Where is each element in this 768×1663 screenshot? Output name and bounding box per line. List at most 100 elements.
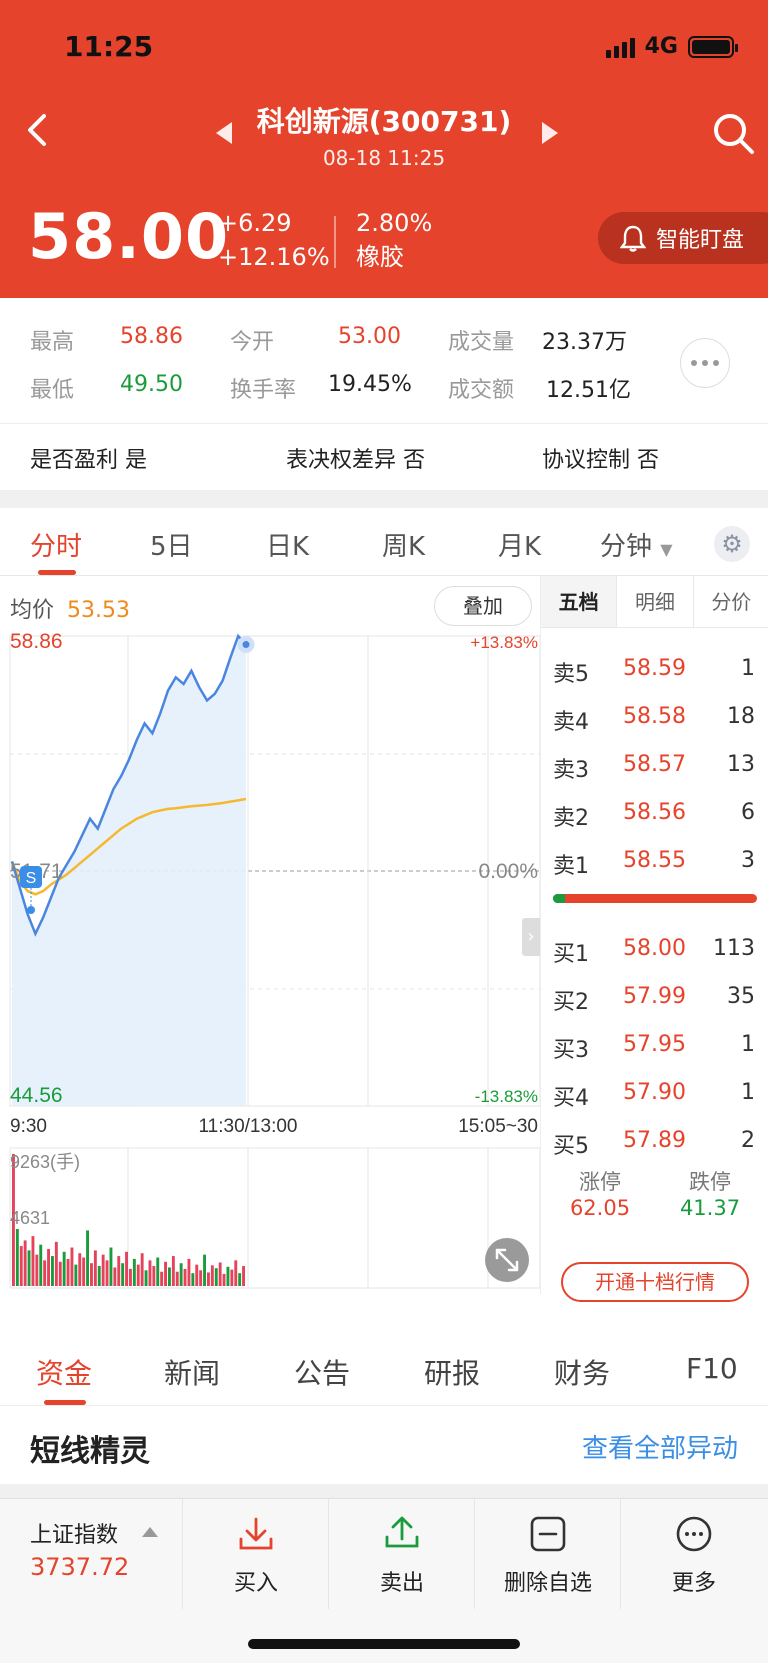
remove-watchlist-button[interactable]: 删除自选 (474, 1499, 620, 1609)
ask-volume: 1 (741, 656, 755, 681)
bid-price: 58.00 (623, 936, 686, 961)
tab-minute[interactable]: 分钟 ▼ (600, 526, 673, 563)
section-gap (0, 490, 768, 508)
tab-price-dist[interactable]: 分价 (694, 576, 768, 627)
volume-bar (203, 1254, 206, 1286)
tab-f10[interactable]: F10 (686, 1352, 738, 1385)
ask-row[interactable]: 卖2 58.56 6 (541, 792, 768, 836)
more-button[interactable]: 更多 (620, 1499, 768, 1609)
price-change: +6.29 +12.16% (218, 206, 330, 274)
smart-watch-button[interactable]: 智能盯盘 (598, 212, 768, 264)
more-label: 更多 (671, 1571, 716, 1596)
ask-row[interactable]: 卖1 58.55 3 (541, 840, 768, 884)
volume-bar (187, 1258, 191, 1286)
overlay-button[interactable]: 叠加 (434, 586, 532, 626)
tab-minute-label: 分钟 (600, 532, 653, 562)
volume-bar (19, 1246, 23, 1286)
volume-bar (74, 1264, 78, 1286)
sell-button[interactable]: 卖出 (328, 1499, 474, 1609)
smart-watch-label: 智能盯盘 (656, 228, 745, 253)
volume-bar (23, 1240, 27, 1286)
limit-up-value: 62.05 (569, 1196, 631, 1220)
volume-bar (222, 1273, 226, 1286)
volume-bar (97, 1266, 101, 1286)
status-time: 11:25 (64, 30, 154, 63)
limit-down-value: 41.37 (679, 1196, 741, 1220)
ask-price: 58.58 (623, 704, 686, 729)
tab-funds[interactable]: 资金 (36, 1352, 92, 1392)
tab-weekly-k[interactable]: 周K (382, 526, 425, 563)
ask-row[interactable]: 卖4 58.58 18 (541, 696, 768, 740)
volume-bar (15, 1228, 19, 1286)
stock-title: 科创新源(300731) (256, 105, 512, 138)
volume-bar (144, 1270, 148, 1286)
ask-price: 58.59 (623, 656, 686, 681)
tab-news[interactable]: 新闻 (164, 1352, 220, 1392)
tab-5day[interactable]: 5日 (150, 526, 193, 563)
bid-price: 57.99 (623, 984, 686, 1009)
current-price: 58.00 (28, 200, 230, 273)
ask-price: 58.56 (623, 800, 686, 825)
caret-up-icon (142, 1527, 158, 1537)
volume-bar (226, 1266, 230, 1286)
index-value: 3737.72 (30, 1553, 130, 1581)
volume-bar (152, 1266, 156, 1286)
volume-grid (9, 1147, 540, 1289)
volume-bar (35, 1254, 39, 1286)
tab-finance[interactable]: 财务 (554, 1352, 610, 1392)
volume-bar (113, 1267, 117, 1286)
volume-bar (27, 1250, 31, 1286)
quote-stats: 最高 58.86 今开 53.00 成交量 23.37万 最低 49.50 换手… (0, 298, 768, 424)
tab-details[interactable]: 明细 (617, 576, 694, 627)
sector-name: 橡胶 (356, 243, 404, 271)
tab-research[interactable]: 研报 (424, 1352, 480, 1392)
ten-level-button[interactable]: 开通十档行情 (561, 1262, 749, 1302)
chart-tabs: 分时 5日 日K 周K 月K 分钟 ▼ ⚙ (0, 508, 768, 576)
tab-five-levels[interactable]: 五档 (541, 576, 618, 627)
volume-bar (117, 1256, 121, 1286)
upload-icon (385, 1516, 419, 1548)
flag-profit: 是否盈利 是 (30, 448, 147, 473)
volume-bar (207, 1272, 210, 1286)
sector-percent: 2.80% (356, 209, 433, 237)
stock-header: 11:25 4G 科创新源(300731) 08-18 11:25 58.00 … (0, 0, 768, 298)
signal-icon (605, 36, 635, 58)
bid-row[interactable]: 买5 57.89 2 (541, 1120, 768, 1164)
volume-bar (242, 1266, 245, 1286)
bid-row[interactable]: 买4 57.90 1 (541, 1072, 768, 1116)
flag-control: 协议控制 否 (542, 448, 659, 473)
tab-monthly-k[interactable]: 月K (498, 526, 541, 563)
expand-icon[interactable] (485, 1238, 529, 1282)
collapse-orderbook-icon[interactable]: › (522, 918, 540, 956)
more-stats-button[interactable] (680, 338, 730, 388)
bid-row[interactable]: 买3 57.95 1 (541, 1024, 768, 1068)
volume-bar (93, 1250, 97, 1286)
volume-bar (160, 1271, 164, 1286)
avg-label: 均价 (10, 598, 55, 623)
stock-datetime: 08-18 11:25 (322, 146, 446, 170)
bottom-action-bar: 上证指数 3737.72 买入 卖出 删除自选 更多 (0, 1498, 768, 1663)
tab-intraday[interactable]: 分时 (30, 526, 82, 563)
order-book: 五档 明细 分价 卖5 58.59 1 卖4 58.58 18 卖3 58.57 13 卖2 58.… (540, 576, 768, 1302)
bid-row[interactable]: 买1 58.00 113 (541, 928, 768, 972)
view-all-link[interactable]: 查看全部异动 (582, 1428, 738, 1465)
index-ticker[interactable]: 上证指数 3737.72 (0, 1499, 182, 1609)
volume-bar (218, 1262, 222, 1286)
intraday-chart[interactable]: 58.86 51.71 44.56 +13.83% 0.00% -13.83% … (0, 630, 540, 1298)
pct-bottom-label: -13.83% (475, 1087, 538, 1106)
tab-announcements[interactable]: 公告 (294, 1352, 350, 1392)
sector-info[interactable]: 2.80% 橡胶 (356, 206, 432, 274)
bid-volume: 113 (713, 936, 755, 961)
bid-row[interactable]: 买2 57.99 35 (541, 976, 768, 1020)
buy-button[interactable]: 买入 (182, 1499, 328, 1609)
amount-label: 成交额 (448, 378, 515, 403)
ask-row[interactable]: 卖5 58.59 1 (541, 648, 768, 692)
volume-bar (82, 1257, 86, 1286)
volume-bar (90, 1263, 93, 1286)
gear-icon[interactable]: ⚙ (714, 526, 750, 562)
y-top-label: 58.86 (10, 630, 63, 653)
ask-row[interactable]: 卖3 58.57 13 (541, 744, 768, 788)
tab-daily-k[interactable]: 日K (266, 526, 309, 563)
short-line-section: 短线精灵 查看全部异动 (0, 1406, 768, 1484)
header-divider (334, 216, 336, 268)
